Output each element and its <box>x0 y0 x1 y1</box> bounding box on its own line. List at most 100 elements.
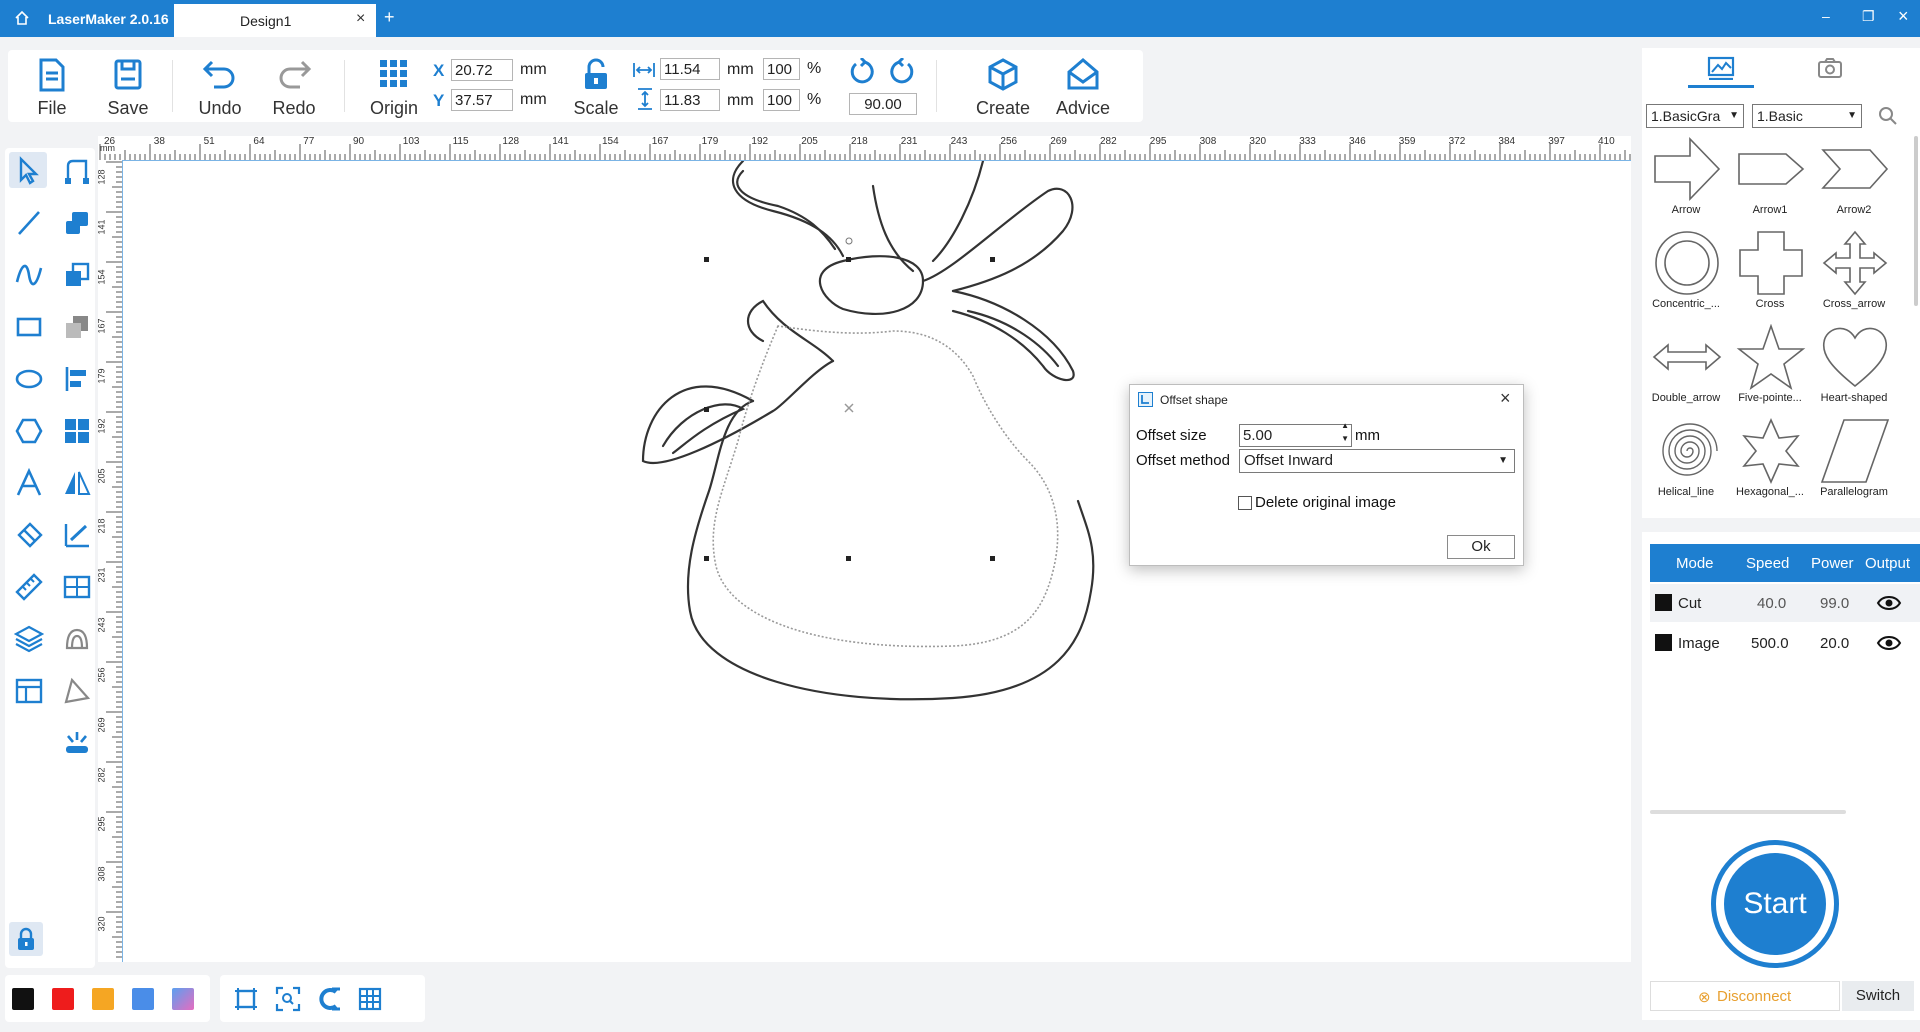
curve-tool-icon[interactable] <box>14 260 44 290</box>
color-swatch-gradient[interactable] <box>172 988 194 1010</box>
shape-parallelogram[interactable]: Parallelogram <box>1812 416 1896 508</box>
height-input[interactable]: 11.83 <box>660 89 720 111</box>
rectangle-tool-icon[interactable] <box>14 312 44 342</box>
start-button[interactable]: Start <box>1711 840 1839 968</box>
shape-helical-line[interactable]: Helical_line <box>1644 416 1728 508</box>
create-label: Create <box>975 98 1031 118</box>
shape-category-select[interactable]: 1.BasicGra ▼ <box>1646 104 1744 128</box>
layer-color-swatch[interactable] <box>1655 634 1672 651</box>
ellipse-tool-icon[interactable] <box>14 364 44 394</box>
redo-button[interactable]: Redo <box>260 50 328 122</box>
shape-arrow2[interactable]: Arrow2 <box>1812 134 1896 226</box>
layer-color-swatch[interactable] <box>1655 594 1672 611</box>
path-icon[interactable] <box>62 676 92 706</box>
measure-icon[interactable] <box>14 572 44 602</box>
color-swatch-orange[interactable] <box>92 988 114 1010</box>
shape-list-scrollbar[interactable] <box>1914 136 1918 306</box>
switch-button[interactable]: Switch <box>1842 981 1914 1011</box>
shape-concentric[interactable]: Concentric_... <box>1644 228 1728 320</box>
shape-five-pointed-star[interactable]: Five-pointe... <box>1728 322 1812 414</box>
shape-arrow1[interactable]: Arrow1 <box>1728 134 1812 226</box>
create-button[interactable]: Create <box>958 50 1048 122</box>
horizontal-scrollbar[interactable] <box>1650 810 1846 814</box>
group-icon[interactable] <box>62 572 92 602</box>
eye-icon[interactable] <box>1876 594 1902 612</box>
dialog-close-icon[interactable]: × <box>1500 388 1511 409</box>
spinner-up-icon[interactable]: ▲ <box>1341 421 1349 430</box>
save-button[interactable]: Save <box>94 50 162 122</box>
mode-header: Mode <box>1676 555 1714 572</box>
tab-close-icon[interactable]: × <box>356 10 365 28</box>
home-icon[interactable] <box>14 10 30 26</box>
ruler-label: 103 <box>402 136 420 147</box>
y-position-input[interactable]: 37.57 <box>451 89 513 111</box>
select-tool-icon[interactable] <box>14 156 44 186</box>
node-edit-icon[interactable] <box>62 156 92 186</box>
ruler-label: 205 <box>96 468 107 484</box>
array-icon[interactable] <box>62 416 92 446</box>
fill-icon[interactable] <box>62 208 92 238</box>
color-swatch-red[interactable] <box>52 988 74 1010</box>
layer-row[interactable]: Image 500.0 20.0 <box>1650 624 1920 662</box>
shape-heart[interactable]: Heart-shaped <box>1812 322 1896 414</box>
scale-lock-button[interactable]: Scale <box>564 50 628 122</box>
add-tab-button[interactable]: + <box>384 7 395 28</box>
shape-name: Arrow1 <box>1752 204 1788 216</box>
offset-method-select[interactable]: Offset Inward ▼ <box>1239 449 1515 473</box>
mirror-icon[interactable] <box>62 468 92 498</box>
undo-button[interactable]: Undo <box>186 50 254 122</box>
table-icon[interactable] <box>14 676 44 706</box>
eraser-icon[interactable] <box>14 520 44 550</box>
rotation-input[interactable]: 90.00 <box>849 93 917 115</box>
height-percent-input[interactable]: 100 <box>763 89 800 111</box>
parallelogram-shape-icon <box>1820 419 1890 483</box>
delete-original-checkbox[interactable] <box>1238 496 1252 510</box>
origin-button[interactable]: Origin <box>358 50 430 122</box>
shape-double-arrow[interactable]: Double_arrow <box>1644 322 1728 414</box>
shapes-tab-icon[interactable] <box>1707 56 1735 80</box>
shape-hexagonal-star[interactable]: Hexagonal_... <box>1728 416 1812 508</box>
align-icon[interactable] <box>62 364 92 394</box>
shape-cross-arrow[interactable]: Cross_arrow <box>1812 228 1896 320</box>
offset-icon[interactable] <box>62 624 92 654</box>
offset-size-input[interactable]: 5.00 ▲ ▼ <box>1239 421 1352 447</box>
fit-frame-icon[interactable] <box>233 986 259 1012</box>
line-tool-icon[interactable] <box>14 208 44 238</box>
width-input[interactable]: 11.54 <box>660 58 720 80</box>
color-swatch-blue[interactable] <box>132 988 154 1010</box>
text-tool-icon[interactable] <box>14 468 44 498</box>
close-window-button[interactable]: × <box>1898 6 1909 27</box>
zoom-fit-icon[interactable] <box>275 986 301 1012</box>
file-button[interactable]: File <box>18 50 86 122</box>
rotate-left-icon[interactable] <box>848 58 878 86</box>
layers-icon[interactable] <box>14 624 44 654</box>
trace-icon[interactable] <box>62 520 92 550</box>
color-swatch-black[interactable] <box>12 988 34 1010</box>
disconnect-button[interactable]: ⊗ Disconnect <box>1650 981 1840 1011</box>
tab-design1[interactable]: Design1 × <box>174 4 376 37</box>
ruler-label: 77 <box>303 136 315 147</box>
camera-tab-icon[interactable] <box>1817 57 1843 79</box>
copy-icon[interactable] <box>62 260 92 290</box>
maximize-button[interactable]: ❐ <box>1862 8 1875 25</box>
spinner-down-icon[interactable]: ▼ <box>1341 434 1349 443</box>
ok-button[interactable]: Ok <box>1447 535 1515 559</box>
shape-cross[interactable]: Cross <box>1728 228 1812 320</box>
eye-icon[interactable] <box>1876 634 1902 652</box>
combine-icon[interactable] <box>62 312 92 342</box>
explode-icon[interactable] <box>62 728 92 758</box>
advice-button[interactable]: Advice <box>1038 50 1128 122</box>
rotate-right-icon[interactable] <box>886 58 916 86</box>
layer-row[interactable]: Cut 40.0 99.0 <box>1650 584 1920 622</box>
shape-arrow[interactable]: Arrow <box>1644 134 1728 226</box>
toolbar-divider <box>344 60 345 112</box>
magnet-icon[interactable] <box>316 986 342 1012</box>
search-icon[interactable] <box>1878 106 1898 126</box>
minimize-button[interactable]: – <box>1822 8 1830 24</box>
shape-subset-select[interactable]: 1.Basic ▼ <box>1752 104 1862 128</box>
x-position-input[interactable]: 20.72 <box>451 59 513 81</box>
grid-icon[interactable] <box>357 986 383 1012</box>
width-percent-input[interactable]: 100 <box>763 58 800 80</box>
lock-toggle[interactable] <box>9 922 43 956</box>
polygon-tool-icon[interactable] <box>14 416 44 446</box>
